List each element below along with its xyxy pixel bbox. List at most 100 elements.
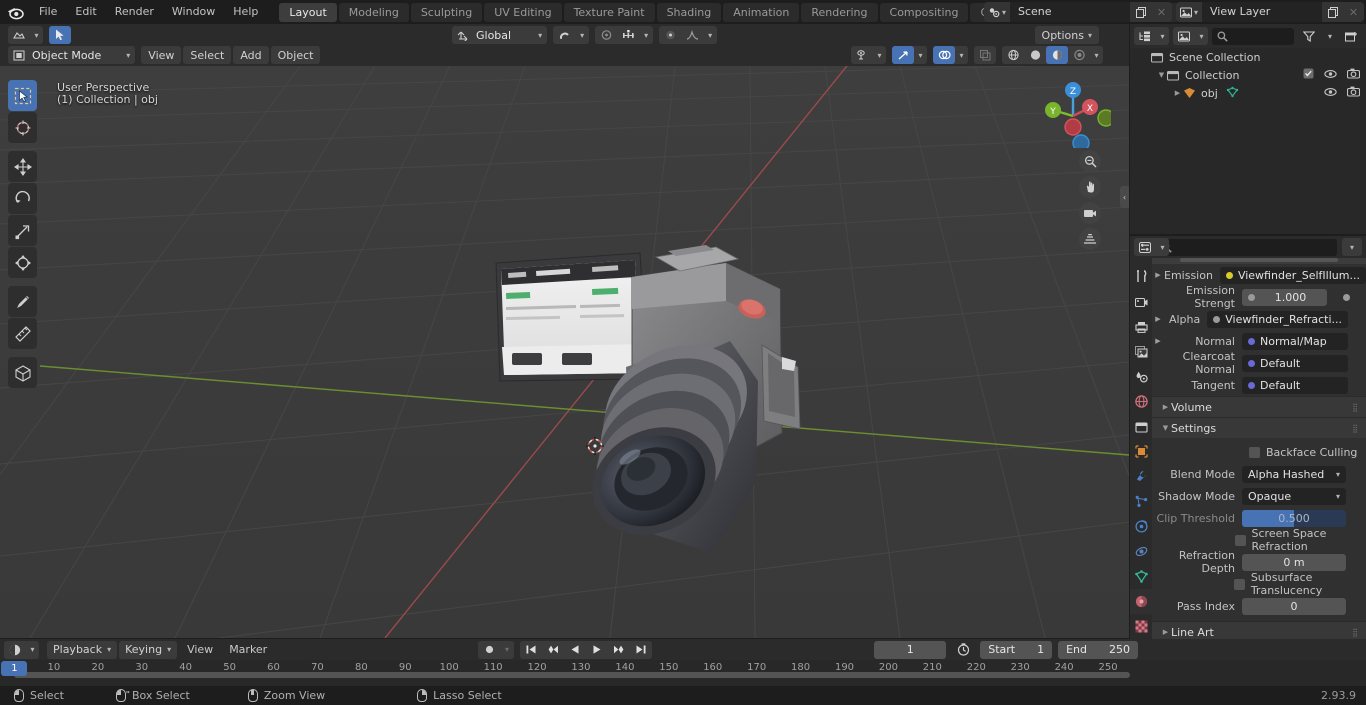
- blend-mode-dropdown[interactable]: Alpha Hashed ▾: [1242, 465, 1346, 483]
- backface-culling-checkbox[interactable]: [1249, 446, 1260, 458]
- properties-editor-type[interactable]: ▾: [1134, 238, 1169, 256]
- magnet-icon[interactable]: [553, 26, 575, 44]
- tool-annotate[interactable]: [8, 286, 37, 317]
- tab-collection[interactable]: [1130, 414, 1152, 439]
- node-input-clearcoat-normal[interactable]: Clearcoat Normal Default: [1152, 350, 1366, 376]
- render-camera-icon[interactable]: [1346, 68, 1361, 82]
- shadow-mode-row[interactable]: Shadow Mode Opaque ▾: [1152, 485, 1366, 507]
- play-icon[interactable]: [586, 641, 608, 659]
- tool-move[interactable]: [8, 151, 37, 182]
- frame-start-field[interactable]: Start 1: [980, 640, 1053, 659]
- viewport-menu-add[interactable]: Add: [233, 46, 269, 64]
- expand-triangle-icon[interactable]: ▶: [1152, 315, 1164, 323]
- outliner-search-input[interactable]: [1212, 27, 1294, 45]
- timeline-marker-menu[interactable]: Marker: [221, 641, 275, 659]
- tab-output[interactable]: [1130, 314, 1152, 339]
- refraction-depth-value[interactable]: 0 m: [1242, 553, 1346, 571]
- timeline-editor-type[interactable]: ▾: [4, 640, 39, 659]
- xray-icon[interactable]: [974, 46, 996, 64]
- tool-add-cube[interactable]: [8, 357, 37, 388]
- sidebar-expand-arrow[interactable]: ‹: [1120, 186, 1129, 208]
- tab-tool[interactable]: [1130, 264, 1152, 289]
- node-input-tangent[interactable]: Tangent Default: [1152, 374, 1366, 396]
- panel-volume[interactable]: ▶ Volume ⣿: [1152, 396, 1366, 417]
- solid-shading-icon[interactable]: [1024, 46, 1046, 64]
- workspace-tab-layout[interactable]: Layout: [279, 2, 337, 22]
- node-input-emission[interactable]: ▶ Emission Viewfinder_SelfIllum...: [1152, 264, 1366, 286]
- falloff-chevron-icon[interactable]: ▾: [639, 26, 653, 44]
- node-input-field[interactable]: Viewfinder_Refracti...: [1207, 310, 1348, 328]
- properties-body[interactable]: ▶ Emission Viewfinder_SelfIllum... Emission…: [1152, 258, 1366, 686]
- menu-edit[interactable]: Edit: [66, 0, 105, 24]
- clip-threshold-slider[interactable]: 0.500: [1242, 509, 1346, 527]
- pivot-select-toggle[interactable]: [49, 26, 71, 44]
- outliner-row-collection[interactable]: ▼ Collection: [1130, 66, 1366, 84]
- proportional-object-group[interactable]: ▾: [659, 26, 718, 44]
- display-mode-chevron-icon[interactable]: ▾: [1195, 27, 1208, 45]
- jump-to-prev-keyframe-icon[interactable]: [542, 641, 564, 659]
- tab-material[interactable]: [1130, 589, 1152, 614]
- cursor-select-icon[interactable]: [49, 26, 71, 44]
- transform-orientation-selector[interactable]: Global ▾: [452, 26, 548, 44]
- outliner-display-mode[interactable]: ▾: [1173, 27, 1208, 45]
- node-input-emission-strengt[interactable]: Emission Strengt 1.000: [1152, 284, 1366, 310]
- refraction-depth-row[interactable]: Refraction Depth 0 m: [1152, 549, 1366, 575]
- show-overlays-icon[interactable]: [933, 46, 955, 64]
- expand-triangle-icon[interactable]: ▶: [1152, 271, 1164, 279]
- mode-selector[interactable]: Object Mode ▾: [8, 46, 136, 64]
- show-gizmo-icon[interactable]: [892, 46, 914, 64]
- tab-physics[interactable]: [1130, 514, 1152, 539]
- filter-icon[interactable]: [1298, 27, 1320, 45]
- node-input-field[interactable]: Normal/Map: [1242, 332, 1348, 350]
- new-view-layer-icon[interactable]: [1322, 2, 1343, 22]
- tab-constraints[interactable]: [1130, 539, 1152, 564]
- blender-logo-icon[interactable]: [0, 0, 30, 24]
- workspace-tab-texture-paint[interactable]: Texture Paint: [563, 2, 655, 22]
- zoom-view-icon[interactable]: [1079, 150, 1101, 172]
- outliner-row-scene-collection[interactable]: Scene Collection: [1130, 48, 1366, 66]
- proportional-object-icon[interactable]: [659, 26, 681, 44]
- playback-menu[interactable]: Playback ▾: [47, 640, 118, 659]
- outliner-editor-type[interactable]: ▾: [1134, 27, 1169, 45]
- tab-modifiers[interactable]: [1130, 464, 1152, 489]
- 3d-viewport[interactable]: User Perspective (1) Collection | obj Z …: [0, 66, 1129, 638]
- scene-selector[interactable]: ▾ Scene ✕: [984, 2, 1172, 22]
- visibility-chevron-icon[interactable]: ▾: [873, 46, 886, 64]
- subsurface-translucency-checkbox[interactable]: [1233, 578, 1245, 590]
- mesh-data-icon[interactable]: [1226, 86, 1239, 101]
- blend-mode-row[interactable]: Blend Mode Alpha Hashed ▾: [1152, 463, 1366, 485]
- workspace-tab-animation[interactable]: Animation: [723, 2, 800, 22]
- unlink-scene-icon[interactable]: ✕: [1151, 2, 1172, 22]
- clip-threshold-row[interactable]: Clip Threshold 0.500: [1152, 507, 1366, 529]
- tool-rotate[interactable]: [8, 183, 37, 214]
- outliner-checkbox[interactable]: [1303, 68, 1314, 82]
- gizmo-toggle-group[interactable]: ▾: [892, 46, 927, 64]
- transport-controls[interactable]: [520, 640, 652, 659]
- tab-view-layer[interactable]: [1130, 339, 1152, 364]
- viewport-menu-select[interactable]: Select: [183, 46, 232, 64]
- keying-menu[interactable]: Keying ▾: [119, 640, 178, 659]
- workspace-tab-shading[interactable]: Shading: [656, 2, 722, 22]
- workspace-tab-sculpting[interactable]: Sculpting: [410, 2, 483, 22]
- menu-window[interactable]: Window: [163, 0, 224, 24]
- outliner-row-obj[interactable]: ▶ obj: [1130, 84, 1366, 102]
- play-reverse-icon[interactable]: [564, 641, 586, 659]
- workspace-tab-modeling[interactable]: Modeling: [338, 2, 409, 22]
- outliner-type-chevron-icon[interactable]: ▾: [1156, 27, 1169, 45]
- filter-chevron-icon[interactable]: ▾: [1324, 27, 1336, 45]
- material-preview-shading-icon[interactable]: [1046, 46, 1068, 64]
- new-collection-icon[interactable]: [1340, 27, 1362, 45]
- gizmo-chevron-icon[interactable]: ▾: [914, 46, 927, 64]
- auto-keying-group[interactable]: ▾: [478, 640, 514, 659]
- wireframe-shading-icon[interactable]: [1002, 46, 1024, 64]
- subsurface-translucency-row[interactable]: Subsurface Translucency: [1152, 571, 1366, 597]
- overlay-toggle-group[interactable]: ▾: [933, 46, 968, 64]
- visibility-selector[interactable]: ▾: [851, 46, 886, 64]
- proportional-falloff-icon[interactable]: [617, 26, 639, 44]
- tool-scale[interactable]: [8, 215, 37, 246]
- tool-measure[interactable]: [8, 318, 37, 349]
- tab-object-data[interactable]: [1130, 564, 1152, 589]
- view-layer-selector[interactable]: ▾ View Layer ✕: [1176, 2, 1364, 22]
- backface-culling-row[interactable]: Backface Culling: [1152, 441, 1366, 463]
- editor-type-selector[interactable]: ▾: [8, 26, 43, 44]
